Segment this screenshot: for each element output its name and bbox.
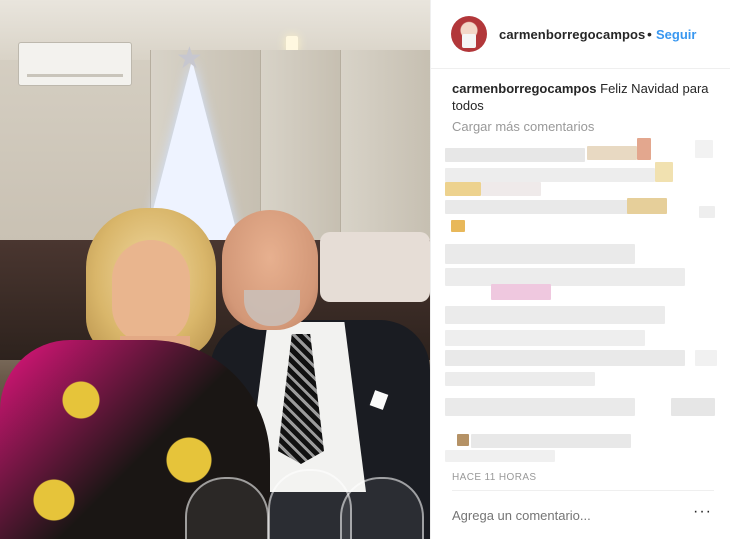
- photo-tree-star: ★: [176, 42, 203, 75]
- pixelated-block: [699, 206, 715, 218]
- comment-input[interactable]: [452, 508, 682, 523]
- pixelated-block: [695, 350, 717, 366]
- comment-divider: [452, 490, 714, 491]
- pixelated-block: [445, 350, 685, 366]
- pixelated-block: [445, 330, 645, 346]
- pixelated-block: [451, 220, 465, 232]
- pixelated-block: [445, 268, 685, 286]
- photo-curtain: [340, 50, 430, 260]
- pixelated-block: [637, 138, 651, 160]
- pixelated-block: [445, 398, 635, 416]
- pixelated-block: [471, 434, 631, 448]
- pixelated-block: [481, 182, 541, 196]
- photo-woman-face: [112, 240, 190, 344]
- pixelated-comments: [431, 136, 730, 466]
- pixelated-block: [445, 306, 665, 324]
- pixelated-block: [695, 140, 713, 158]
- pixelated-block: [655, 162, 673, 182]
- more-options-icon[interactable]: ···: [693, 503, 712, 521]
- pixelated-block: [627, 198, 667, 214]
- pixelated-block: [445, 372, 595, 386]
- follow-button[interactable]: Seguir: [656, 27, 696, 42]
- pixelated-block: [671, 398, 715, 416]
- separator-dot: •: [647, 26, 652, 42]
- header-username[interactable]: carmenborregocampos: [499, 27, 645, 42]
- load-more-comments-button[interactable]: Cargar más comentarios: [452, 119, 594, 134]
- pixelated-block: [445, 182, 481, 196]
- pixelated-block: [491, 284, 551, 300]
- caption-username[interactable]: carmenborregocampos: [452, 81, 597, 96]
- post-header: carmenborregocampos • Seguir: [431, 0, 730, 69]
- post-sidebar: carmenborregocampos • Seguir carmenborre…: [430, 0, 730, 539]
- post-caption: carmenborregocampos Feliz Navidad para t…: [452, 80, 714, 114]
- pixelated-block: [445, 148, 585, 162]
- pixelated-block: [445, 450, 555, 462]
- post-photo[interactable]: ★: [0, 0, 430, 539]
- photo-air-conditioner: [18, 42, 132, 86]
- pixelated-block: [457, 434, 469, 446]
- user-avatar[interactable]: [451, 16, 487, 52]
- post-timestamp[interactable]: HACE 11 HORAS: [452, 472, 536, 483]
- photo-cushion: [320, 232, 430, 302]
- pixelated-block: [587, 146, 637, 160]
- pixelated-block: [445, 244, 635, 264]
- pixelated-block: [445, 168, 655, 182]
